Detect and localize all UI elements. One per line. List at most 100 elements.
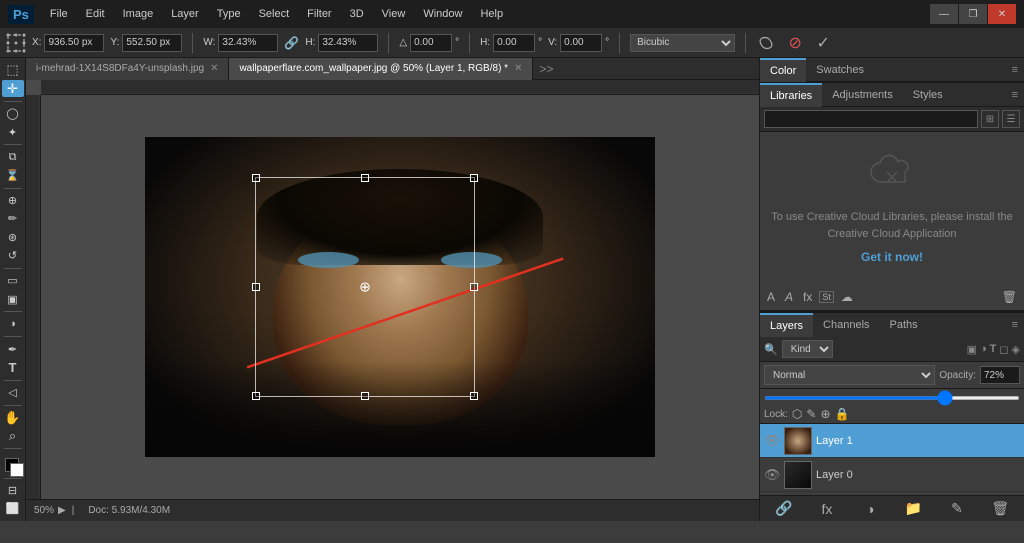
crop-tool[interactable]: ⧉	[2, 149, 24, 165]
filter-shape-icon[interactable]: ◻	[999, 343, 1008, 356]
layer-item-1[interactable]: 👁 Layer 1	[760, 424, 1024, 458]
background-color[interactable]	[10, 463, 24, 477]
tab-unsplash[interactable]: i-mehrad-1X14S8DFa4Y-unsplash.jpg ✕	[26, 58, 229, 80]
color-tab[interactable]: Color	[760, 58, 806, 82]
zoom-tool[interactable]: ⌕	[2, 428, 24, 444]
menu-filter[interactable]: Filter	[299, 6, 339, 22]
new-layer-button[interactable]: ✎	[937, 500, 976, 517]
lock-all-icon[interactable]: 🔒	[835, 407, 850, 421]
layers-kind-select[interactable]: Kind	[782, 340, 833, 358]
gradient-tool[interactable]: ▣	[2, 291, 24, 307]
lib-upload[interactable]: ☁	[838, 288, 856, 306]
clone-stamp-tool[interactable]: ⊛	[2, 229, 24, 245]
chain-icon[interactable]: 🔗	[284, 36, 299, 50]
color-panel-gear[interactable]: ≡	[1012, 64, 1018, 76]
lib-add-char[interactable]: A	[782, 288, 796, 306]
close-tab-unsplash[interactable]: ✕	[210, 63, 218, 74]
channels-tab[interactable]: Channels	[813, 313, 879, 337]
filter-type-icon[interactable]: T	[990, 343, 997, 356]
new-group-button[interactable]: 📁	[894, 500, 933, 517]
menu-window[interactable]: Window	[415, 6, 470, 22]
layers-panel-gear[interactable]: ≡	[1012, 319, 1018, 331]
menu-select[interactable]: Select	[251, 6, 298, 22]
lib-add-style[interactable]: St	[819, 291, 834, 303]
menu-file[interactable]: File	[42, 6, 76, 22]
magic-wand-tool[interactable]: ✦	[2, 124, 24, 140]
opacity-slider[interactable]	[764, 396, 1020, 400]
healing-brush-tool[interactable]: ⊕	[2, 192, 24, 208]
maximize-button[interactable]: ❐	[959, 4, 987, 24]
blend-mode-select[interactable]: Normal Dissolve Multiply Screen Overlay	[764, 365, 935, 385]
filter-pixel-icon[interactable]: ▣	[967, 343, 977, 356]
adjustments-tab[interactable]: Adjustments	[822, 83, 903, 107]
menu-edit[interactable]: Edit	[78, 6, 113, 22]
add-mask-button[interactable]: ◑	[851, 501, 890, 517]
lib-add-fx[interactable]: fx	[800, 288, 815, 306]
menu-view[interactable]: View	[374, 6, 414, 22]
filter-smartobj-icon[interactable]: ◈	[1012, 343, 1020, 356]
pen-tool[interactable]: ✒	[2, 341, 24, 357]
marquee-tool[interactable]: ⬚	[2, 62, 24, 78]
styles-tab[interactable]: Styles	[903, 83, 953, 107]
opacity-input[interactable]	[980, 366, 1020, 384]
warp-button[interactable]	[756, 32, 778, 54]
cc-get-it-now-link[interactable]: Get it now!	[861, 250, 923, 264]
menu-help[interactable]: Help	[472, 6, 511, 22]
lasso-tool[interactable]: ◯	[2, 105, 24, 121]
lib-delete[interactable]: 🗑	[999, 288, 1020, 306]
menu-type[interactable]: Type	[209, 6, 249, 22]
interpolation-select[interactable]: Bicubic Bilinear Nearest Neighbor Bicubi…	[630, 34, 735, 52]
layer-effects-button[interactable]: fx	[807, 501, 846, 517]
dodge-tool[interactable]: ◑	[2, 316, 24, 332]
minimize-button[interactable]: —	[930, 4, 958, 24]
layers-tab[interactable]: Layers	[760, 313, 813, 337]
menu-image[interactable]: Image	[115, 6, 162, 22]
swatches-tab[interactable]: Swatches	[806, 58, 874, 82]
close-button[interactable]: ✕	[988, 4, 1016, 24]
w-input[interactable]	[218, 34, 278, 52]
menu-layer[interactable]: Layer	[163, 6, 207, 22]
eraser-tool[interactable]: ▭	[2, 273, 24, 289]
move-tool[interactable]: ✛	[2, 80, 24, 96]
type-tool[interactable]: T	[2, 360, 24, 376]
tabs-more[interactable]: >>	[533, 62, 559, 76]
close-tab-wallpaper[interactable]: ✕	[514, 63, 522, 74]
zoom-arrow-icon[interactable]: ▶	[58, 505, 66, 516]
cc-icon	[867, 152, 917, 201]
eyedropper-tool[interactable]: ⌛	[2, 167, 24, 183]
angle-input[interactable]	[410, 34, 452, 52]
v-skew-input[interactable]	[560, 34, 602, 52]
lib-add-graphic[interactable]: A	[764, 288, 778, 306]
tab-wallpaper[interactable]: wallpaperflare.com_wallpaper.jpg @ 50% (…	[229, 58, 533, 80]
x-input[interactable]	[44, 34, 104, 52]
lib-grid-view[interactable]: ⊞	[981, 110, 999, 128]
color-swatch-area[interactable]	[2, 455, 24, 471]
screen-mode-tool[interactable]: ⬜	[2, 501, 24, 517]
lib-list-view[interactable]: ☰	[1002, 110, 1020, 128]
quick-mask-tool[interactable]: ⊟	[2, 482, 24, 498]
y-input[interactable]	[122, 34, 182, 52]
cancel-transform-button[interactable]: ⊘	[784, 32, 806, 54]
lock-transparency-icon[interactable]: ⬡	[792, 407, 802, 421]
lock-position-icon[interactable]: ⊕	[820, 407, 830, 421]
link-layers-button[interactable]: 🔗	[764, 500, 803, 517]
layer-0-visibility[interactable]: 👁	[764, 467, 780, 483]
layer-1-visibility[interactable]: 👁	[764, 433, 780, 449]
layer-item-0[interactable]: 👁 Layer 0	[760, 458, 1024, 492]
h-input[interactable]	[318, 34, 378, 52]
hand-tool[interactable]: ✋	[2, 410, 24, 426]
libraries-tab[interactable]: Libraries	[760, 83, 822, 107]
lib-panel-gear[interactable]: ≡	[1012, 89, 1018, 101]
angle-unit: °	[455, 37, 459, 48]
filter-adjustment-icon[interactable]: ◑	[980, 343, 987, 356]
commit-transform-button[interactable]: ✓	[812, 32, 834, 54]
h-skew-input[interactable]	[493, 34, 535, 52]
brush-tool[interactable]: ✏	[2, 211, 24, 227]
lib-search-input[interactable]	[764, 110, 978, 128]
lock-paint-icon[interactable]: ✎	[806, 407, 816, 421]
history-brush-tool[interactable]: ↺	[2, 247, 24, 263]
delete-layer-button[interactable]: 🗑	[981, 500, 1020, 517]
paths-tab[interactable]: Paths	[880, 313, 928, 337]
path-selection-tool[interactable]: ◁	[2, 385, 24, 401]
menu-3d[interactable]: 3D	[342, 6, 372, 22]
